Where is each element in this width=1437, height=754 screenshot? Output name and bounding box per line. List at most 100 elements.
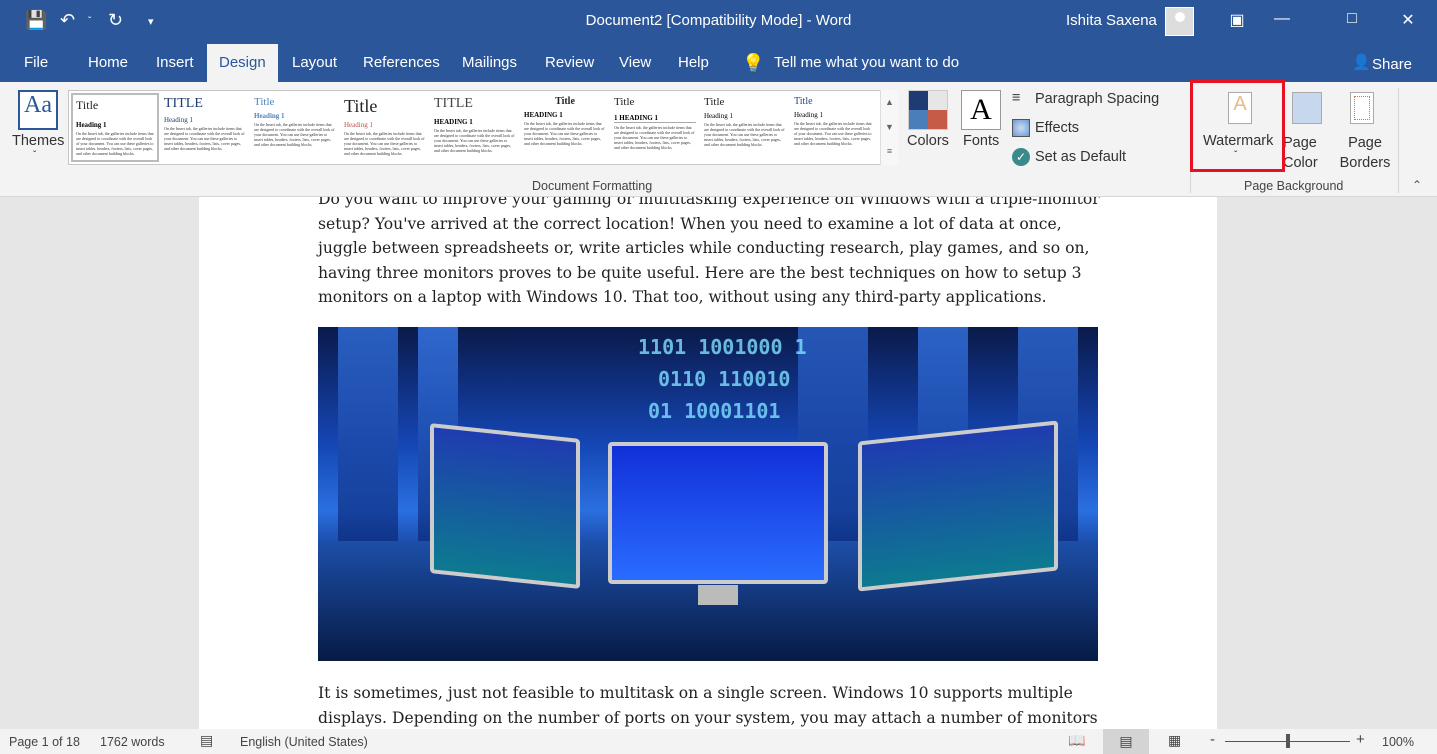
tab-layout[interactable]: Layout (280, 44, 349, 82)
tab-home[interactable]: Home (76, 44, 140, 82)
undo-dropdown-icon[interactable]: ˇ (88, 16, 91, 27)
undo-icon[interactable]: ↶ (60, 10, 75, 31)
word-count[interactable]: 1762 words (100, 735, 165, 749)
style-body: On the Insert tab, the galleries include… (524, 121, 605, 146)
close-icon[interactable]: ✕ (1388, 10, 1428, 30)
fonts-icon[interactable]: A (961, 90, 1001, 130)
tab-insert[interactable]: Insert (144, 44, 206, 82)
zoom-out-button[interactable]: - (1210, 731, 1215, 748)
gallery-scrollbar[interactable]: ▲ ▼ ≡ (880, 90, 898, 165)
style-title: Title (76, 98, 99, 112)
tab-file[interactable]: File (12, 44, 60, 82)
style-body: On the Insert tab, the galleries include… (164, 126, 245, 151)
style-body: On the Insert tab, the galleries include… (614, 125, 695, 150)
print-layout-icon[interactable]: ▤ (1103, 729, 1149, 754)
set-as-default-button[interactable]: Set as Default (1035, 149, 1126, 165)
scroll-down-icon[interactable]: ▼ (881, 115, 898, 140)
paragraph-spacing-button[interactable]: Paragraph Spacing (1035, 91, 1159, 107)
left-monitor (430, 423, 580, 589)
style-set-item[interactable]: Title Heading 1 On the Insert tab, the gal… (791, 93, 877, 162)
colors-icon[interactable] (908, 90, 948, 130)
tell-me-search[interactable]: Tell me what you want to do (762, 44, 971, 82)
redo-icon[interactable]: ↻ (108, 10, 123, 31)
title-bar: 💾 ↶ ˇ ↻ ▾ Document2 [Compatibility Mode]… (0, 0, 1437, 44)
zoom-slider-thumb[interactable] (1286, 734, 1290, 748)
image-binary-text: 01 10001101 (648, 399, 781, 423)
image-binary-text: 0110 110010 (658, 367, 791, 391)
tab-review[interactable]: Review (533, 44, 606, 82)
style-heading: Heading 1 (344, 121, 373, 129)
style-title: Title (794, 96, 813, 107)
proofing-icon[interactable]: ▤ (200, 732, 213, 749)
style-heading: 1 HEADING 1 (614, 114, 696, 123)
themes-button[interactable]: Themes (12, 133, 64, 149)
status-bar: Page 1 of 18 1762 words ▤ English (Unite… (0, 729, 1437, 754)
user-name[interactable]: Ishita Saxena (1066, 12, 1157, 29)
style-set-item[interactable]: Title Heading 1 On the Insert tab, the gal… (71, 93, 159, 162)
style-title: Title (254, 96, 275, 108)
fonts-button[interactable]: Fonts (963, 133, 999, 149)
style-set-item[interactable]: Title Heading 1 On the Insert tab, the gal… (251, 93, 339, 162)
page-count[interactable]: Page 1 of 18 (9, 735, 80, 749)
save-icon[interactable]: 💾 (25, 10, 47, 31)
tab-references[interactable]: References (351, 44, 452, 82)
share-button[interactable]: Share (1360, 46, 1424, 84)
style-set-item[interactable]: Title Heading 1 On the Insert tab, the gal… (701, 93, 789, 162)
tab-help[interactable]: Help (666, 44, 721, 82)
document-image[interactable]: 1101 1001000 1 0110 110010 01 10001101 (318, 327, 1098, 661)
divider (1398, 88, 1399, 193)
style-heading: HEADING 1 (524, 111, 563, 119)
style-heading: Heading 1 (76, 121, 107, 129)
ribbon-tabs: File Home Insert Design Layout Reference… (0, 44, 1437, 82)
ribbon-display-icon[interactable]: ▣ (1217, 10, 1257, 30)
effects-icon (1012, 119, 1030, 137)
avatar[interactable] (1165, 7, 1194, 36)
language[interactable]: English (United States) (240, 735, 368, 749)
style-heading: Heading 1 (164, 116, 193, 124)
paragraph[interactable]: Do you want to improve your gaming or mu… (318, 197, 1108, 310)
maximize-icon[interactable]: □ (1332, 10, 1372, 28)
style-set-item[interactable]: TITLE HEADING 1 On the Insert tab, the gal… (431, 93, 519, 162)
style-set-item[interactable]: Title 1 HEADING 1 On the Insert tab, the g… (611, 93, 699, 162)
style-title: Title (555, 96, 575, 107)
gallery-more-icon[interactable]: ≡ (881, 140, 898, 163)
page-borders-button[interactable]: Page Borders (1337, 133, 1393, 173)
style-body: On the Insert tab, the galleries include… (794, 121, 872, 146)
right-monitor (858, 420, 1058, 592)
colors-button[interactable]: Colors (907, 133, 949, 149)
style-title: Title (344, 96, 378, 116)
style-title: Title (614, 96, 635, 108)
minimize-icon[interactable]: — (1262, 10, 1302, 28)
read-mode-icon[interactable]: 📖 (1068, 732, 1085, 749)
style-title: TITLE (434, 96, 473, 111)
scroll-up-icon[interactable]: ▲ (881, 90, 898, 115)
effects-button[interactable]: Effects (1035, 120, 1079, 136)
style-body: On the Insert tab, the galleries include… (704, 122, 785, 147)
style-set-item[interactable]: Title HEADING 1 On the Insert tab, the gal… (521, 93, 609, 162)
themes-icon[interactable]: Aa (18, 90, 58, 130)
zoom-level[interactable]: 100% (1382, 735, 1414, 749)
paragraph-spacing-icon: ≡ (1012, 90, 1021, 106)
style-body: On the Insert tab, the galleries include… (434, 128, 515, 153)
zoom-in-button[interactable]: + (1356, 731, 1365, 748)
document-page[interactable]: Do you want to improve your gaming or mu… (199, 197, 1217, 729)
vertical-scrollbar[interactable] (1420, 197, 1437, 729)
collapse-ribbon-icon[interactable]: ⌃ (1412, 178, 1422, 192)
style-body: On the Insert tab, the galleries include… (344, 131, 425, 156)
chevron-down-icon: ˇ (33, 150, 37, 161)
customize-toolbar-icon[interactable]: ▾ (148, 15, 154, 28)
page-borders-icon (1350, 92, 1374, 124)
web-layout-icon[interactable]: ▦ (1168, 732, 1181, 749)
tab-view[interactable]: View (607, 44, 663, 82)
paragraph[interactable]: It is sometimes, just not feasible to mu… (318, 681, 1108, 729)
watermark-highlight (1190, 80, 1285, 172)
tab-mailings[interactable]: Mailings (450, 44, 529, 82)
tab-design[interactable]: Design (207, 44, 278, 82)
page-color-button[interactable]: Page Color (1283, 133, 1333, 173)
style-heading: HEADING 1 (434, 118, 473, 126)
style-heading: Heading 1 (794, 111, 823, 119)
style-set-item[interactable]: Title Heading 1 On the Insert tab, the gal… (341, 93, 429, 162)
style-body: On the Insert tab, the galleries include… (76, 131, 154, 156)
document-formatting-group-label: Document Formatting (532, 179, 653, 193)
style-set-item[interactable]: TITLE Heading 1 On the Insert tab, the gal… (161, 93, 249, 162)
